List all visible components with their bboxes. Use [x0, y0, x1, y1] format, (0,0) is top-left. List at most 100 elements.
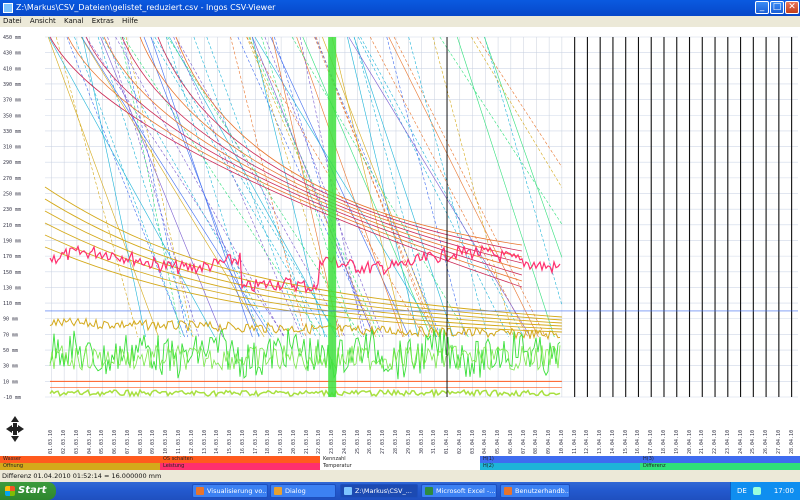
status-bar: Differenz 01.04.2010 01:52:14 = 16.00000… — [0, 470, 800, 482]
menu-extras[interactable]: Extras — [89, 16, 117, 27]
channel-legend: Wasser Öffnung OS schalten Leistung Kenn… — [0, 456, 800, 470]
x-tick-label: 18.03.10 — [265, 429, 272, 454]
channel-trace — [103, 36, 522, 270]
legend-h2[interactable]: H(2) — [480, 463, 640, 470]
channel-trace — [388, 36, 539, 338]
x-tick-label: 06.03.10 — [112, 429, 119, 454]
y-tick-label: 130 mm — [3, 285, 21, 291]
x-tick-label: 08.03.10 — [137, 429, 144, 454]
title-bar: Z:\Markus\CSV_Dateien\gelistet_reduziert… — [0, 0, 800, 16]
cursor-band — [328, 37, 337, 397]
taskbar-item-excel[interactable]: Microsoft Excel -... — [421, 484, 497, 498]
taskbar-item-label: Microsoft Excel -... — [436, 487, 496, 495]
excel-icon — [425, 487, 433, 495]
clock: 17:00 — [773, 487, 794, 495]
channel-trace — [484, 36, 563, 258]
x-tick-label: 17.03.10 — [252, 429, 259, 454]
x-tick-label: 22.03.10 — [316, 429, 323, 454]
x-tick-label: 04.03.10 — [86, 429, 93, 454]
legend-h1[interactable]: H(1) — [480, 456, 640, 463]
plot-area[interactable]: -10 mm 10 mm 30 mm 50 mm 70 mm 90 mm 110 mm 130… — [0, 27, 800, 405]
x-tick-label: 15.04.10 — [622, 429, 629, 454]
y-tick-label: 210 mm — [3, 223, 21, 229]
y-tick-label: 110 mm — [3, 301, 21, 307]
y-tick-label: 190 mm — [3, 238, 21, 244]
legend-leistung[interactable]: Leistung — [160, 463, 320, 470]
x-tick-label: 25.04.10 — [750, 429, 757, 454]
channel-trace — [120, 36, 182, 338]
legend-differenz[interactable]: Differenz — [640, 463, 800, 470]
window-title: Z:\Markus\CSV_Dateien\gelistet_reduziert… — [16, 3, 276, 12]
y-tick-label: 290 mm — [3, 160, 21, 166]
x-tick-label: 08.04.10 — [533, 429, 540, 454]
x-tick-label: 09.04.10 — [546, 429, 553, 454]
taskbar-item-label: Z:\Markus\CSV_... — [355, 487, 412, 495]
y-tick-label: 250 mm — [3, 192, 21, 198]
x-tick-label: 24.04.10 — [737, 429, 744, 454]
line-chart[interactable]: -10 mm 10 mm 30 mm 50 mm 70 mm 90 mm 110 mm 130… — [0, 27, 800, 405]
y-tick-label: 30 mm — [3, 364, 18, 370]
menu-datei[interactable]: Datei — [0, 16, 25, 27]
y-tick-label: 370 mm — [3, 98, 21, 104]
channel-trace — [150, 36, 328, 338]
taskbar-item-dialog[interactable]: Dialog — [270, 484, 336, 498]
x-tick-label: 15.03.10 — [227, 429, 234, 454]
channel-trace — [206, 36, 317, 338]
x-tick-label: 12.03.10 — [188, 429, 195, 454]
legend-wasser[interactable]: Wasser — [0, 456, 160, 463]
x-tick-label: 20.04.10 — [686, 429, 693, 454]
channel-trace — [48, 36, 216, 338]
channel-trace — [85, 36, 523, 276]
legend-kennzahl[interactable]: Kennzahl — [320, 456, 480, 463]
channel-trace — [471, 36, 563, 188]
system-tray: DE 17:00 — [730, 482, 800, 500]
menu-kanal[interactable]: Kanal — [61, 16, 86, 27]
y-tick-label: 310 mm — [3, 145, 21, 151]
x-tick-label: 19.03.10 — [278, 429, 285, 454]
x-tick-label: 13.04.10 — [597, 429, 604, 454]
channel-trace — [393, 36, 546, 338]
channel-trace — [347, 36, 419, 338]
channel-trace — [353, 36, 454, 338]
tray-icon[interactable] — [753, 487, 761, 495]
taskbar-item-visualisierung[interactable]: Visualisierung vo... — [192, 484, 268, 498]
x-tick-label: 31.03.10 — [431, 429, 438, 454]
channel-trace — [80, 36, 265, 338]
x-tick-label: 12.04.10 — [584, 429, 591, 454]
x-tick-label: 17.04.10 — [648, 429, 655, 454]
x-tick-label: 28.03.10 — [392, 429, 399, 454]
taskbar-item-label: Benutzerhandb... — [515, 487, 570, 495]
taskbar: Start Visualisierung vo... Dialog Z:\Mar… — [0, 482, 800, 500]
y-tick-label: 390 mm — [3, 82, 21, 88]
y-tick-label: 170 mm — [3, 254, 21, 260]
menu-ansicht[interactable]: Ansicht — [27, 16, 59, 27]
menu-hilfe[interactable]: Hilfe — [119, 16, 141, 27]
minimize-button[interactable]: _ — [755, 1, 769, 14]
y-tick-label: 270 mm — [3, 176, 21, 182]
y-tick-label: 70 mm — [3, 332, 18, 338]
legend-h3[interactable]: H(3) — [640, 456, 800, 463]
y-tick-label: 430 mm — [3, 51, 21, 57]
language-indicator[interactable]: DE — [737, 482, 747, 500]
channel-trace — [66, 36, 185, 338]
x-tick-label: 02.03.10 — [61, 429, 68, 454]
start-button[interactable]: Start — [0, 482, 56, 500]
channel-trace — [432, 36, 514, 338]
y-tick-label: 350 mm — [3, 113, 21, 119]
maximize-button[interactable]: □ — [770, 1, 784, 14]
taskbar-item-csv-viewer[interactable]: Z:\Markus\CSV_... — [340, 484, 418, 498]
channel-trace — [357, 36, 510, 338]
x-tick-label: 27.04.10 — [775, 429, 782, 454]
x-tick-label: 25.03.10 — [354, 429, 361, 454]
legend-temperatur[interactable]: Temperatur — [320, 463, 480, 470]
taskbar-item-benutzerhandbuch[interactable]: Benutzerhandb... — [500, 484, 570, 498]
close-button[interactable]: ✕ — [785, 1, 799, 14]
legend-oeffnung[interactable]: Öffnung — [0, 463, 160, 470]
y-tick-label: 50 mm — [3, 348, 18, 354]
x-tick-label: 29.03.10 — [405, 429, 412, 454]
x-axis-labels: 01.03.10 02.03.10 03.03.10 04.03.10 05.03.10… — [0, 403, 800, 456]
legend-os-schalten[interactable]: OS schalten — [160, 456, 320, 463]
channel-trace — [369, 36, 529, 338]
x-tick-label: 18.04.10 — [660, 429, 667, 454]
x-tick-label: 13.03.10 — [201, 429, 208, 454]
